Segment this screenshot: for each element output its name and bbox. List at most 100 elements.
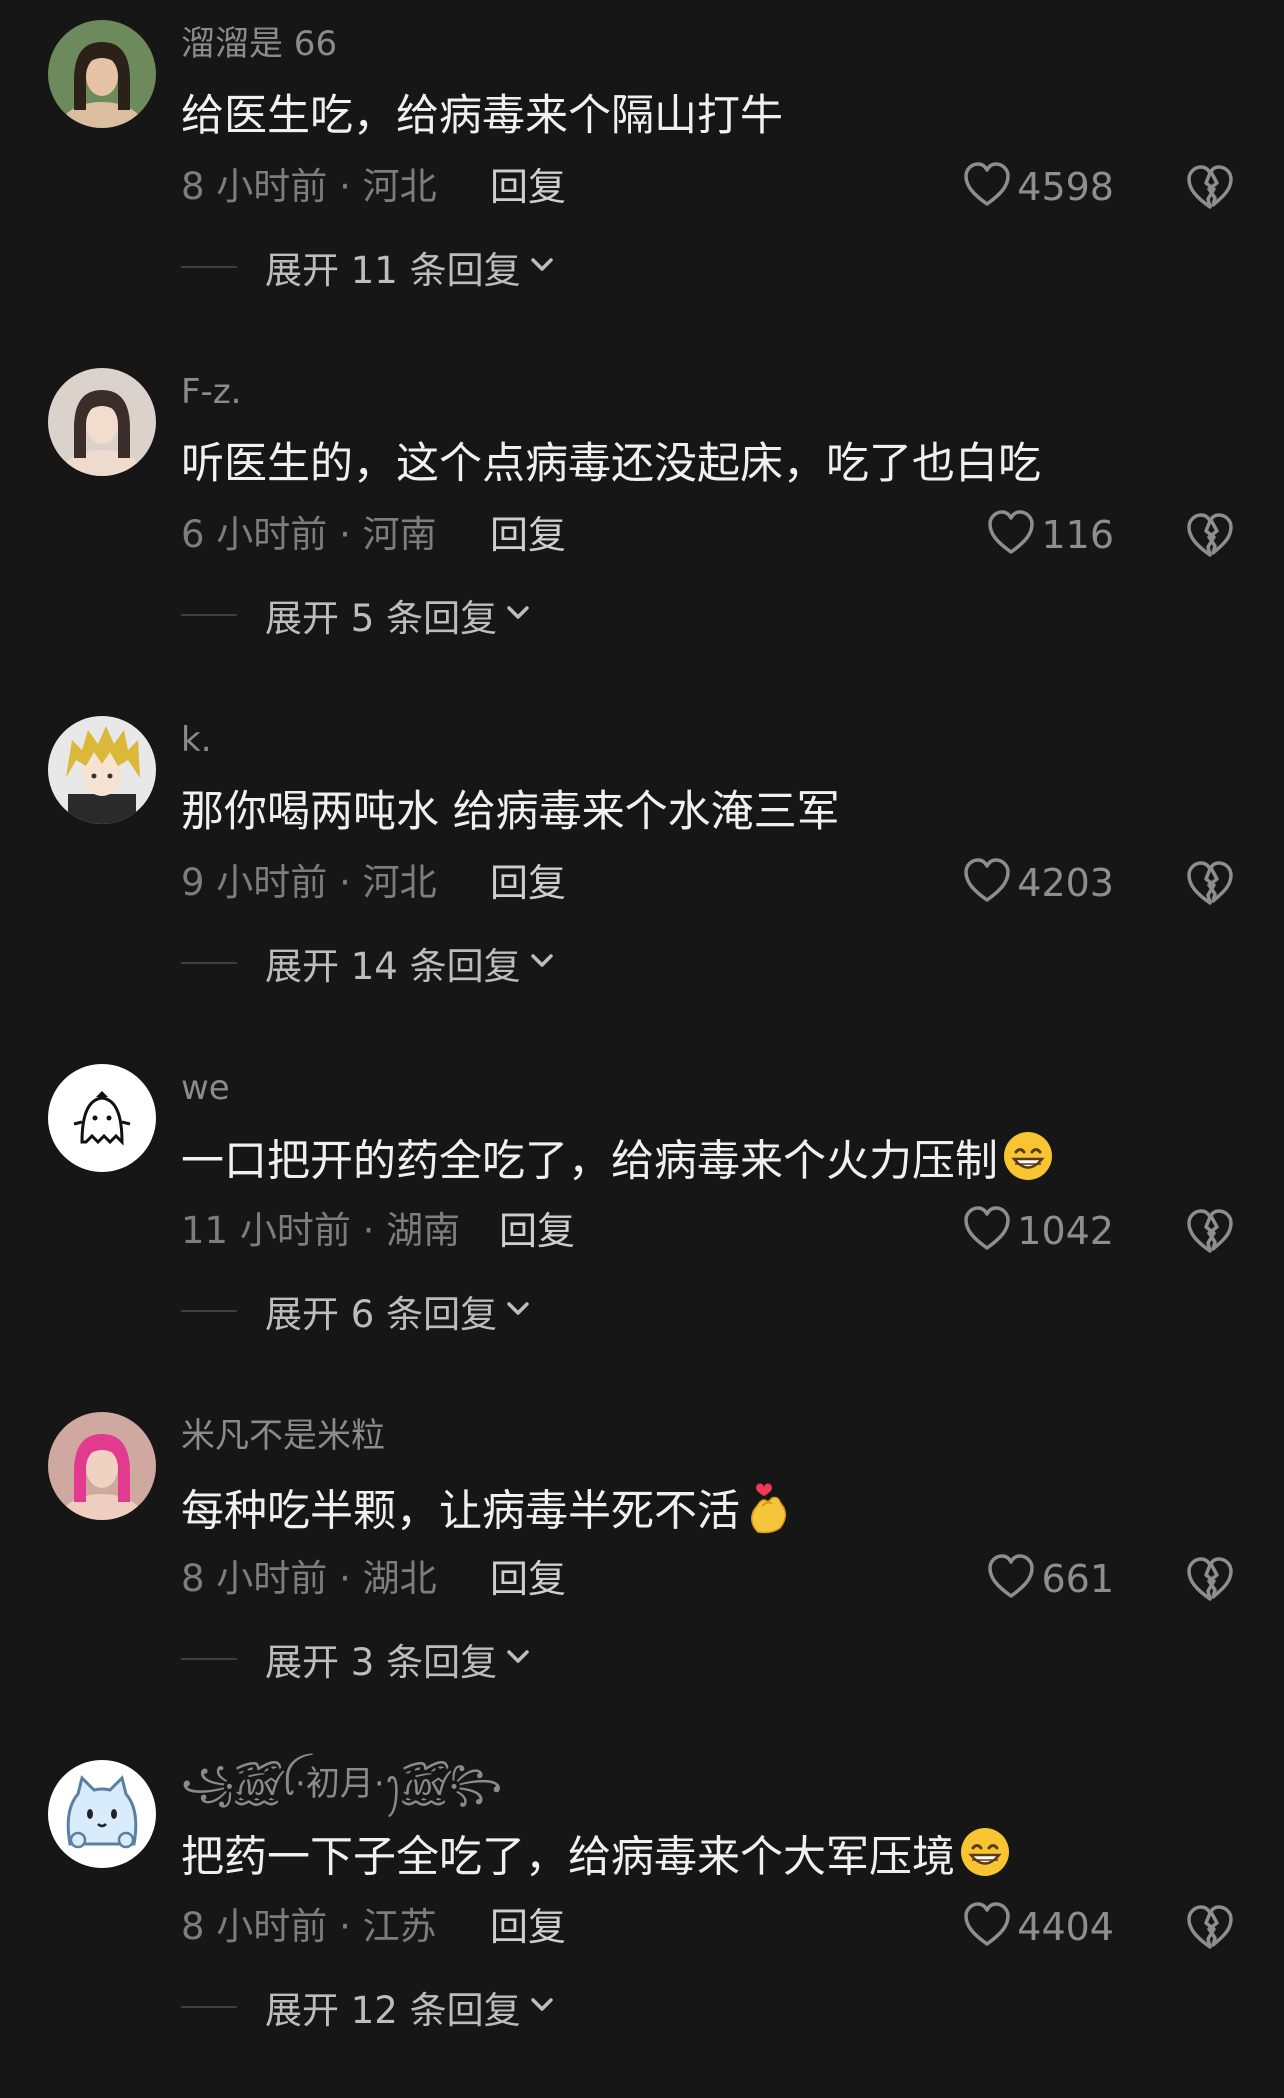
dislike-button[interactable] — [1186, 1209, 1234, 1259]
chevron-down-icon — [521, 1995, 555, 2019]
broken-heart-icon — [1186, 1557, 1234, 1607]
comment-item: we 一口把开的药全吃了，给病毒来个火力压制 11 小时前 · 湖南 回复 10… — [0, 1054, 1284, 1402]
expand-replies-label: 展开 14 条回复 — [265, 945, 521, 988]
comment-text-body: 给医生吃，给病毒来个隔山打牛 — [181, 91, 783, 141]
like-button[interactable]: 4203 — [963, 856, 1114, 910]
like-button[interactable]: 116 — [987, 508, 1114, 562]
comment-item: 米凡不是米粒 每种吃半颗，让病毒半死不活 8 小时前 · 湖北 回复 661 展… — [0, 1402, 1284, 1750]
reply-button[interactable]: 回复 — [490, 162, 566, 212]
reply-button[interactable]: 回复 — [499, 1206, 575, 1256]
like-count: 4404 — [1017, 1905, 1114, 1949]
comment-item: ꧁꫞ꪶ·初月·ꫂ꫞꧂ 把药一下子全吃了，给病毒来个大军压境 8 小时前 · 江苏… — [0, 1750, 1284, 2098]
dislike-button[interactable] — [1186, 513, 1234, 563]
chevron-down-icon — [521, 255, 555, 279]
heart-icon — [963, 162, 1011, 212]
reply-button[interactable]: 回复 — [490, 510, 566, 560]
avatar[interactable] — [48, 1064, 156, 1172]
portrait-icon — [48, 1412, 156, 1520]
like-button[interactable]: 4598 — [963, 160, 1114, 214]
grin-emoji-icon — [1002, 1130, 1054, 1198]
comment-text-body: 那你喝两吨水 给病毒来个水淹三军 — [181, 787, 840, 837]
like-count: 116 — [1041, 513, 1114, 557]
anime-character-icon — [48, 716, 156, 824]
comment-text: 每种吃半颗，让病毒半死不活 — [181, 1478, 796, 1550]
expand-replies-label: 展开 5 条回复 — [265, 597, 498, 640]
like-button[interactable]: 4404 — [963, 1900, 1114, 1954]
dislike-button[interactable] — [1186, 1557, 1234, 1607]
like-count: 661 — [1041, 1557, 1114, 1601]
reply-button[interactable]: 回复 — [490, 858, 566, 908]
comment-text: 给医生吃，给病毒来个隔山打牛 — [181, 86, 783, 146]
divider-line — [181, 962, 237, 964]
chevron-down-icon — [497, 603, 531, 627]
username[interactable]: k. — [181, 718, 212, 762]
like-button[interactable]: 1042 — [963, 1204, 1114, 1258]
expand-replies-label: 展开 11 条回复 — [265, 249, 521, 292]
heart-icon — [963, 858, 1011, 908]
divider-line — [181, 1658, 237, 1660]
like-count: 4598 — [1017, 165, 1114, 209]
comment-text-body: 听医生的，这个点病毒还没起床，吃了也白吃 — [181, 439, 1041, 489]
expand-replies-button[interactable]: 展开 14 条回复 — [181, 938, 555, 988]
comment-list: 溜溜是 66 给医生吃，给病毒来个隔山打牛 8 小时前 · 河北 回复 4598… — [0, 0, 1284, 2067]
comment-text-body: 每种吃半颗，让病毒半死不活 — [181, 1486, 740, 1537]
username[interactable]: 米凡不是米粒 — [181, 1414, 385, 1458]
comment-text: 那你喝两吨水 给病毒来个水淹三军 — [181, 782, 840, 842]
dislike-button[interactable] — [1186, 165, 1234, 215]
avatar[interactable] — [48, 1412, 156, 1520]
heart-icon — [987, 1554, 1035, 1604]
cat-icon — [48, 1760, 156, 1868]
comment-text: 一口把开的药全吃了，给病毒来个火力压制 — [181, 1130, 1054, 1198]
time-location: 9 小时前 · 河北 — [181, 861, 437, 904]
avatar[interactable] — [48, 716, 156, 824]
expand-replies-label: 展开 6 条回复 — [265, 1293, 498, 1336]
comment-item: k. 那你喝两吨水 给病毒来个水淹三军 9 小时前 · 河北 回复 4203 展… — [0, 706, 1284, 1054]
heart-icon — [963, 1206, 1011, 1256]
expand-replies-button[interactable]: 展开 11 条回复 — [181, 242, 555, 292]
expand-replies-label: 展开 3 条回复 — [265, 1641, 498, 1684]
comment-text: 听医生的，这个点病毒还没起床，吃了也白吃 — [181, 434, 1041, 494]
comment-text: 把药一下子全吃了，给病毒来个大军压境 — [181, 1826, 1011, 1894]
portrait-icon — [48, 20, 156, 128]
avatar[interactable] — [48, 368, 156, 476]
reply-button[interactable]: 回复 — [490, 1902, 566, 1952]
expand-replies-button[interactable]: 展开 12 条回复 — [181, 1982, 555, 2032]
comment-text-body: 把药一下子全吃了，给病毒来个大军压境 — [181, 1832, 955, 1883]
broken-heart-icon — [1186, 861, 1234, 911]
expand-replies-button[interactable]: 展开 3 条回复 — [181, 1634, 531, 1684]
username[interactable]: F-z. — [181, 370, 241, 414]
divider-line — [181, 266, 237, 268]
comment-item: F-z. 听医生的，这个点病毒还没起床，吃了也白吃 6 小时前 · 河南 回复 … — [0, 358, 1284, 706]
like-button[interactable]: 661 — [987, 1552, 1114, 1606]
broken-heart-icon — [1186, 1905, 1234, 1955]
chevron-down-icon — [521, 951, 555, 975]
expand-replies-label: 展开 12 条回复 — [265, 1989, 521, 2032]
broken-heart-icon — [1186, 165, 1234, 215]
expand-replies-button[interactable]: 展开 5 条回复 — [181, 590, 531, 640]
expand-replies-button[interactable]: 展开 6 条回复 — [181, 1286, 531, 1336]
avatar[interactable] — [48, 1760, 156, 1868]
like-count: 4203 — [1017, 861, 1114, 905]
comment-text-body: 一口把开的药全吃了，给病毒来个火力压制 — [181, 1136, 998, 1187]
chevron-down-icon — [497, 1647, 531, 1671]
broken-heart-icon — [1186, 513, 1234, 563]
avatar[interactable] — [48, 20, 156, 128]
time-location: 8 小时前 · 江苏 — [181, 1905, 437, 1948]
time-location: 6 小时前 · 河南 — [181, 513, 437, 556]
divider-line — [181, 1310, 237, 1312]
username[interactable]: ꧁꫞ꪶ·初月·ꫂ꫞꧂ — [181, 1762, 502, 1806]
heart-icon — [963, 1902, 1011, 1952]
chevron-down-icon — [497, 1299, 531, 1323]
divider-line — [181, 614, 237, 616]
reply-button[interactable]: 回复 — [490, 1554, 566, 1604]
grin-emoji-icon — [959, 1826, 1011, 1894]
dislike-button[interactable] — [1186, 861, 1234, 911]
username[interactable]: we — [181, 1066, 230, 1110]
time-location: 8 小时前 · 河北 — [181, 165, 437, 208]
time-location: 11 小时前 · 湖南 — [181, 1209, 461, 1252]
divider-line — [181, 2006, 237, 2008]
time-location: 8 小时前 · 湖北 — [181, 1557, 437, 1600]
dislike-button[interactable] — [1186, 1905, 1234, 1955]
username[interactable]: 溜溜是 66 — [181, 22, 337, 66]
finger-heart-emoji-icon — [744, 1478, 796, 1550]
